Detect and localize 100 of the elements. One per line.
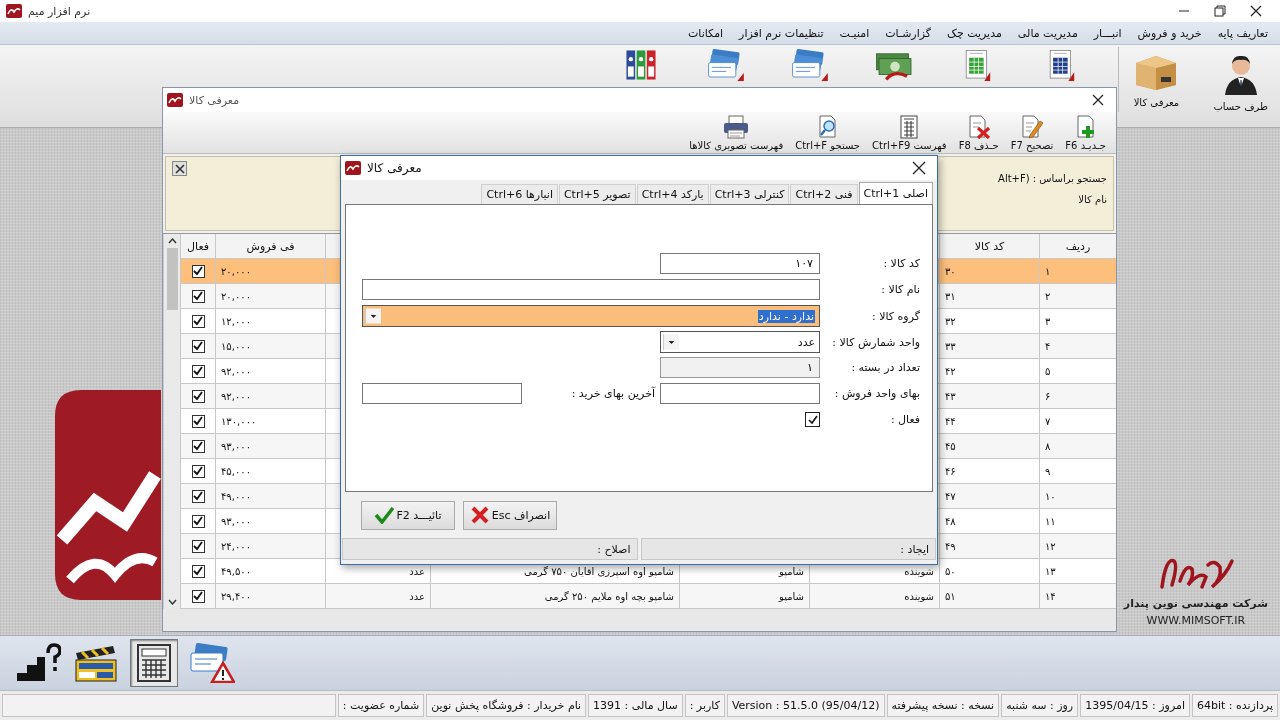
edit-document-icon [1020, 115, 1044, 139]
menu-item[interactable]: گزارشـات [885, 26, 932, 40]
toolbar-button[interactable]: فهرست تصویری کالاها [687, 115, 786, 151]
window-title: نرم افزار میم [28, 4, 91, 18]
status-text: نام خریدار : فروشگاه پخش نوین [426, 694, 587, 717]
toolbar-button[interactable]: طرف حساب [1211, 47, 1270, 116]
toolbar-button[interactable]: حـذف F8 [956, 115, 1001, 151]
field-label: واحد شمارش کالا : [831, 335, 920, 349]
checkbox[interactable] [191, 489, 205, 503]
checkbox[interactable] [191, 314, 205, 328]
status-text: سال مالی : 1391 [588, 694, 683, 717]
spreadsheet-icon [964, 49, 991, 81]
close-button[interactable] [172, 161, 187, 176]
app-logo-icon [167, 93, 183, 107]
field-label: بهای واحد فروش : [833, 387, 920, 400]
scrollbar[interactable] [163, 234, 180, 609]
tab[interactable]: بارکد Ctrl+4 [636, 184, 709, 204]
checkbox[interactable] [191, 514, 205, 528]
checkbox[interactable] [191, 364, 205, 378]
checkmark-icon [193, 391, 203, 401]
field-label: گروه کالا : [871, 309, 920, 323]
cards-icon [791, 49, 828, 81]
checkbox[interactable] [191, 414, 205, 428]
stairs-question-icon [15, 643, 61, 683]
field-label: تعداد در بسته : [850, 361, 920, 374]
status-text: کاربر : [684, 694, 725, 717]
input-field[interactable]: ۱ [660, 357, 820, 378]
status-text: اصلاح : [342, 538, 638, 560]
menu-item[interactable]: امنیـت [839, 26, 870, 40]
status-text: روز : سه شنبه [1001, 694, 1079, 717]
menu-item[interactable]: خرید و فروش [1137, 26, 1202, 40]
checkbox[interactable] [191, 439, 205, 453]
tab[interactable]: اصلی Ctrl+1 [858, 182, 933, 204]
binders-icon [624, 49, 659, 81]
checkmark-icon [193, 441, 203, 451]
tab[interactable]: کنترلی Ctrl+3 [709, 184, 790, 204]
checkbox[interactable] [191, 389, 205, 403]
status-text: ایجاد : [640, 538, 936, 560]
menu-item[interactable]: امکانات [687, 26, 724, 40]
printer-icon [723, 115, 750, 139]
status-text: شماره عضویت : [337, 694, 425, 717]
close-icon [1092, 94, 1104, 106]
checkbox[interactable] [191, 564, 205, 578]
toolbar-button[interactable]: فهرست Ctrl+F9 [870, 115, 949, 151]
checkmark-icon [193, 266, 203, 276]
dialog-title: معرفی کالا [367, 161, 422, 175]
toolbar-button[interactable]: جـدیـد F6 [1063, 115, 1108, 151]
checkbox[interactable] [191, 339, 205, 353]
input-field[interactable] [660, 383, 820, 404]
toolbar-button[interactable]: معرفی کالا [1118, 47, 1182, 112]
checkbox[interactable] [191, 589, 205, 603]
checkbox[interactable] [191, 264, 205, 278]
checkmark-icon [193, 316, 203, 326]
cancel-button[interactable]: انصراف Esc [463, 500, 557, 530]
checkmark-icon [193, 466, 203, 476]
field-label: فعال : [889, 413, 920, 426]
input-field[interactable] [362, 383, 522, 404]
checkmark-icon [193, 541, 203, 551]
field-label: آخرین بهای خرید : [570, 387, 655, 400]
checkbox[interactable] [191, 464, 205, 478]
menu-item[interactable]: مدیریت مالی [1017, 26, 1078, 40]
clapperboard-icon [73, 643, 119, 683]
cards-warning-icon [189, 643, 235, 683]
restore-icon [1214, 5, 1226, 17]
checkbox[interactable] [805, 412, 820, 427]
checkmark-icon [193, 491, 203, 501]
spreadsheet-icon [1048, 49, 1075, 81]
toolbar-button[interactable]: تصحیح F7 [1008, 115, 1056, 151]
input-field[interactable] [362, 279, 820, 300]
cards-icon [707, 49, 744, 81]
dropdown[interactable]: عدد [660, 331, 820, 353]
tab[interactable]: فنی Ctrl+2 [790, 184, 858, 204]
taskbar-button[interactable] [130, 639, 178, 687]
field-label: کد کالا : [882, 257, 920, 270]
dropdown[interactable]: ندارد - ندارد [362, 305, 820, 327]
app-logo-icon [345, 161, 361, 175]
tab[interactable]: تصویر Ctrl+5 [558, 184, 636, 204]
menu-item[interactable]: تنظیمات نرم افزار [739, 26, 824, 40]
close-icon [912, 161, 926, 175]
tab[interactable]: انبارها Ctrl+6 [481, 184, 558, 204]
status-text: Version : 51.5.0 (95/04/12) [726, 694, 885, 717]
checkbox[interactable] [191, 289, 205, 303]
scrollbar-thumb[interactable] [166, 248, 178, 310]
window-title: معرفی کالا [189, 93, 240, 107]
search-icon [816, 115, 839, 139]
table-row[interactable]: ۱۴ ۵۱ شوینده شامپو شامپو بچه اوه ملایم ۲۵۰ گرمی عدد ۲۹,۴۰۰ [180, 584, 1116, 609]
company-name: شرکت مهندسی نوین پندار [1123, 597, 1268, 610]
scroll-down-icon [167, 599, 177, 605]
status-text: امروز : 1395/04/15 [1080, 694, 1190, 717]
confirm-button[interactable]: تائیـــد F2 [361, 500, 455, 530]
checkmark-icon [193, 341, 203, 351]
menu-item[interactable]: انبـــار [1093, 26, 1122, 40]
menu-item[interactable]: تعاریف پایه [1217, 26, 1268, 40]
toolbar-button[interactable]: جستجو Ctrl+F [793, 115, 863, 151]
field-label: نام کالا [1077, 194, 1107, 205]
menu-item[interactable]: مدیریت چک [947, 26, 1002, 40]
input-field[interactable]: ۱۰۷ [660, 253, 820, 274]
checkmark-icon [193, 366, 203, 376]
checkmark-icon [806, 413, 819, 426]
checkbox[interactable] [191, 539, 205, 553]
